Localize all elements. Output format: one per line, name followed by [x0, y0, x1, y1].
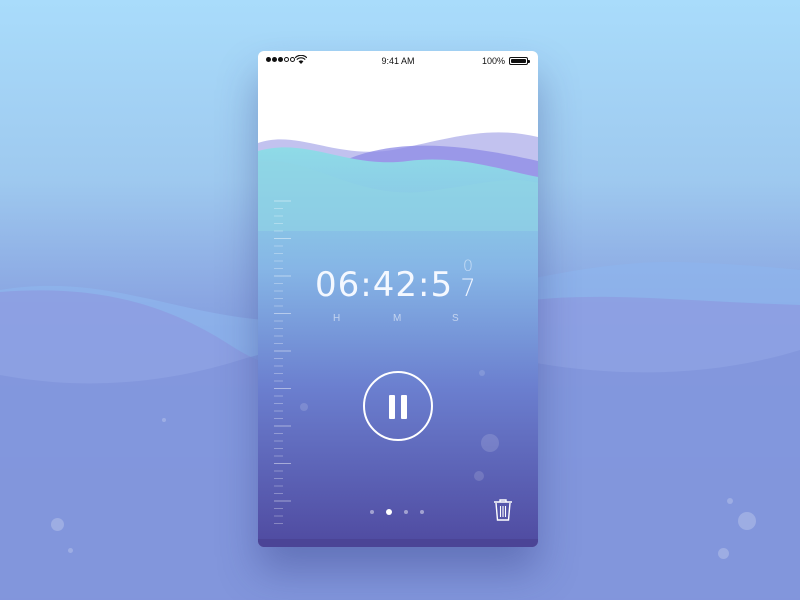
bubble [727, 498, 733, 504]
timer-value: 06:42:5 [315, 265, 454, 305]
page-dot[interactable] [386, 509, 392, 515]
bubble [738, 512, 756, 530]
phone-bottom-edge [258, 539, 538, 547]
battery-percentage: 100% [481, 56, 505, 66]
unit-seconds: S [452, 313, 459, 324]
unit-hours: H [333, 313, 341, 324]
page-dot[interactable] [370, 510, 374, 514]
timer-rolling-digit: 0 7 [457, 256, 479, 302]
pause-icon [401, 395, 407, 419]
page-dot[interactable] [404, 510, 408, 514]
timer-digit-current: 7 [460, 274, 476, 302]
pause-icon [389, 395, 395, 419]
timer-digit-previous: 0 [462, 256, 474, 275]
unit-minutes: M [393, 313, 402, 324]
page-dot[interactable] [420, 510, 424, 514]
battery-icon [509, 57, 530, 65]
bubble [68, 548, 73, 553]
bubble [51, 518, 64, 531]
bubble [162, 418, 166, 422]
phone-screen: 9:41 AM 100% 06:42:5 0 7 H M S [258, 51, 538, 547]
page-indicator [370, 509, 424, 515]
bubble [718, 548, 729, 559]
status-bar: 9:41 AM 100% [258, 51, 538, 71]
pause-button[interactable] [363, 371, 433, 441]
battery-fill [511, 59, 526, 63]
trash-icon[interactable] [492, 498, 514, 522]
